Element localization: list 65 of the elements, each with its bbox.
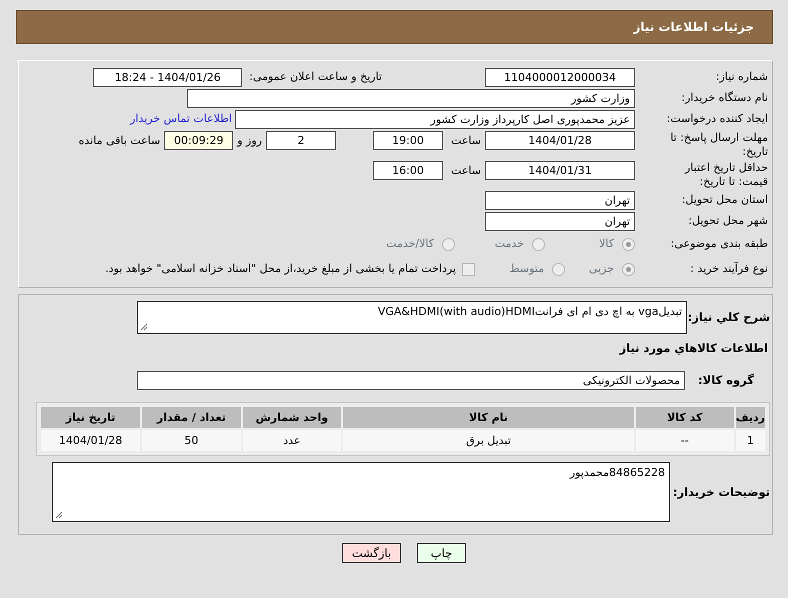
radio-button[interactable]: [622, 238, 635, 251]
time-label: ساعت: [450, 133, 481, 149]
time-field: 16:00: [373, 161, 443, 180]
buyer-notes-text: 84865228محمدپور: [570, 466, 665, 480]
page-header: جزئیات اطلاعات نیاز: [16, 10, 773, 44]
back-button[interactable]: بازگشت: [342, 543, 401, 564]
description-box[interactable]: تبدیلvga به اچ دی ام ای فرانتVGA&HDMI(with audio)HDMI: [137, 301, 687, 334]
field-label: طبقه بندی موضوعی:: [670, 236, 769, 252]
table-cell: عدد: [242, 430, 342, 452]
column-header: تعداد / مقدار: [142, 407, 241, 428]
column-header: تاریخ نیاز: [41, 407, 140, 428]
goods-group-field: محصولات الکترونیکی: [137, 371, 685, 390]
province-field: تهران: [485, 191, 635, 210]
column-header: نام کالا: [343, 407, 634, 428]
resize-grip-icon[interactable]: [140, 323, 148, 331]
table-cell: 50: [142, 430, 241, 452]
radio-label: خدمت: [494, 236, 524, 252]
time-field: 19:00: [373, 131, 443, 150]
field-label: حداقل تاریخ اعتبار قیمت: تا تاریخ:: [684, 161, 769, 189]
resize-grip-icon[interactable]: [55, 511, 63, 520]
radio-button[interactable]: [442, 238, 455, 251]
field-label: توضیحات خریدار:: [672, 484, 770, 501]
buyer-notes-box[interactable]: 84865228محمدپور: [52, 462, 670, 522]
column-header: واحد شمارش: [242, 407, 342, 428]
description-text: تبدیلvga به اچ دی ام ای فرانتVGA&HDMI(with audio)HDMI: [378, 305, 682, 318]
field-label: شهر محل تحویل:: [687, 213, 769, 230]
remaining-time-field: 00:09:29: [164, 131, 234, 150]
date-field: 1404/01/31: [485, 161, 635, 180]
radio-label: جزیی: [588, 261, 614, 278]
radio-button[interactable]: [532, 238, 545, 251]
column-header: کد کالا: [636, 407, 734, 428]
field-label: نام دستگاه خریدار:: [680, 90, 769, 106]
field-label: استان محل تحویل:: [680, 192, 769, 208]
days-label: روز و: [237, 133, 262, 149]
table-cell: --: [636, 430, 734, 452]
city-field: تهران: [485, 212, 635, 231]
requester-field: عزیز محمدپوری اصل کارپرداز وزارت کشور: [235, 110, 635, 129]
date-field: 1404/01/28: [485, 131, 635, 150]
section-title: اطلاعات كالاهاي مورد نياز: [618, 340, 768, 357]
remaining-label: ساعت باقی مانده: [78, 133, 160, 149]
table-cell: 1: [736, 430, 765, 452]
radio-label: کالا: [599, 236, 614, 252]
checkbox[interactable]: [462, 263, 475, 276]
field-label: گروه کالا:: [697, 372, 755, 390]
radio-label: متوسط: [509, 261, 544, 278]
days-field: 2: [266, 131, 336, 150]
need-number-field: 1104000012000034: [485, 68, 635, 87]
time-label: ساعت: [450, 163, 481, 179]
field-label: مهلت ارسال پاسخ: تا تاریخ:: [669, 131, 769, 159]
radio-button[interactable]: [622, 263, 635, 276]
announce-date-field: 1404/01/26 - 18:24: [93, 68, 242, 87]
radio-button[interactable]: [552, 263, 565, 276]
column-header: ردیف: [736, 407, 765, 428]
field-label: شماره نیاز:: [714, 69, 769, 86]
radio-label: کالا/خدمت: [386, 236, 434, 252]
field-label: شرح کلي نياز:: [687, 308, 770, 326]
buyer-org-field: وزارت کشور: [187, 89, 635, 108]
print-button[interactable]: چاپ: [417, 543, 466, 564]
treasury-note: پرداخت تمام یا بخشی از مبلغ خرید،از محل "اسناد خزانه اسلامی" خواهد بود.: [105, 261, 456, 278]
field-label: تاریخ و ساعت اعلان عمومی:: [249, 69, 382, 86]
field-label: نوع فرآیند خرید :: [689, 261, 769, 278]
contact-link[interactable]: اطلاعات تماس خریدار: [130, 111, 232, 128]
table-cell: 1404/01/28: [41, 430, 140, 452]
table-cell: تبدیل برق: [343, 430, 634, 452]
field-label: ایجاد کننده درخواست:: [666, 111, 769, 128]
